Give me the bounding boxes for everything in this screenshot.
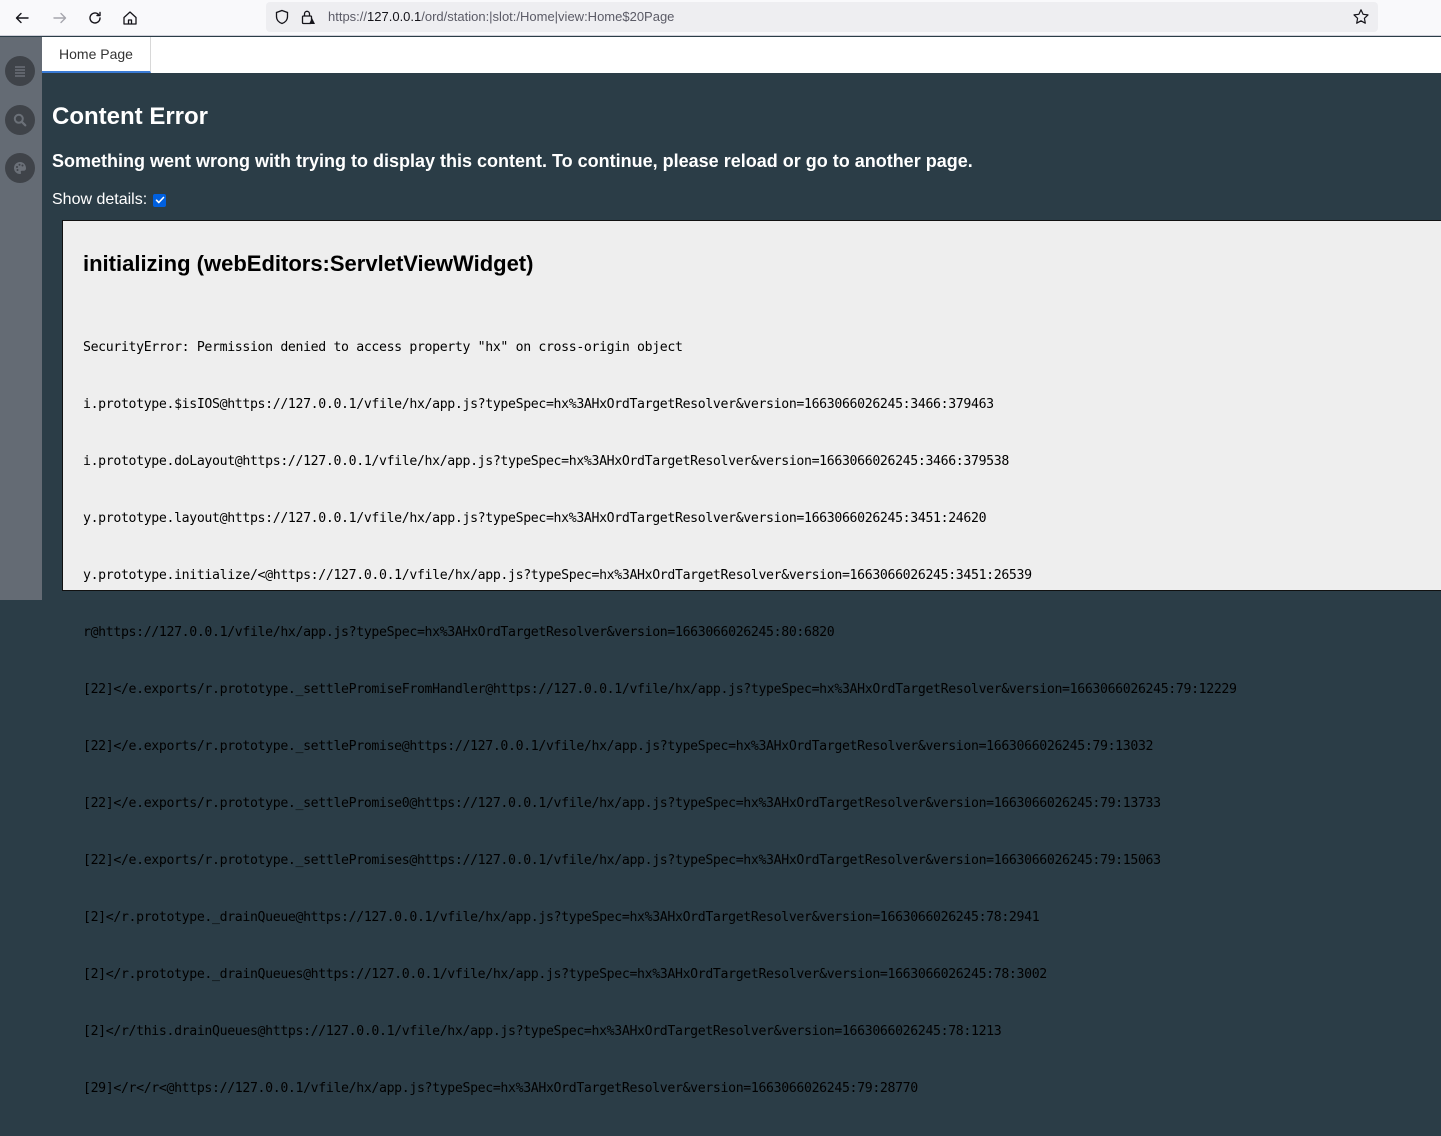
rail-themes-button[interactable] — [5, 153, 35, 183]
content-area: Content Error Something went wrong with … — [42, 73, 1441, 1096]
stack-line: [22]</e.exports/r.prototype._settlePromi… — [83, 796, 1161, 811]
error-details-panel: initializing (webEditors:ServletViewWidg… — [62, 220, 1441, 1096]
stack-line: [22]</e.exports/r.prototype._settlePromi… — [83, 739, 1154, 754]
details-heading: initializing (webEditors:ServletViewWidg… — [83, 251, 534, 276]
error-title: Content Error — [52, 103, 208, 130]
forward-arrow-icon — [53, 12, 67, 24]
search-icon — [13, 113, 27, 127]
stack-line: SecurityError: Permission denied to acce… — [83, 340, 683, 355]
browser-toolbar: https://127.0.0.1/ord/station:|slot:/Hom… — [0, 0, 1441, 36]
reload-icon — [89, 11, 101, 24]
url-text[interactable]: https://127.0.0.1/ord/station:|slot:/Hom… — [328, 9, 674, 24]
rail-menu-button[interactable] — [5, 56, 35, 86]
show-details-row: Show details: — [52, 191, 167, 209]
reload-button[interactable] — [81, 4, 109, 32]
stack-line: [2]</r.prototype._drainQueue@https://127… — [83, 910, 1040, 925]
bookmark-star-icon[interactable] — [1352, 8, 1370, 26]
stack-line: i.prototype.doLayout@https://127.0.0.1/v… — [83, 454, 1009, 469]
home-icon — [123, 11, 137, 25]
tab-bar: Home Page — [42, 37, 1441, 73]
lock-warning-icon[interactable] — [300, 9, 316, 25]
shield-icon[interactable] — [274, 9, 290, 25]
palette-icon — [14, 162, 27, 174]
home-button[interactable] — [116, 4, 144, 32]
stack-line: [29]</r</r<@https://127.0.0.1/vfile/hx/a… — [83, 1081, 918, 1096]
menu-icon — [15, 66, 25, 77]
side-rail — [0, 37, 42, 600]
stack-line: i.prototype.$isIOS@https://127.0.0.1/vfi… — [83, 397, 994, 412]
forward-button[interactable] — [46, 4, 74, 32]
stack-trace: SecurityError: Permission denied to acce… — [83, 300, 1237, 1136]
stack-line: [22]</e.exports/r.prototype._settlePromi… — [83, 853, 1161, 868]
stack-line: [22]</e.exports/r.prototype._settlePromi… — [83, 682, 1237, 697]
stack-line: r@https://127.0.0.1/vfile/hx/app.js?type… — [83, 625, 835, 640]
checkmark-icon — [155, 196, 164, 204]
error-message: Something went wrong with trying to disp… — [52, 151, 973, 171]
stack-line: y.prototype.initialize/<@https://127.0.0… — [83, 568, 1032, 583]
rail-search-button[interactable] — [5, 105, 35, 135]
back-arrow-icon — [15, 12, 29, 24]
stack-line: [2]</r.prototype._drainQueues@https://12… — [83, 967, 1047, 982]
tab-home-page[interactable]: Home Page — [42, 37, 151, 73]
stack-line: y.prototype.layout@https://127.0.0.1/vfi… — [83, 511, 987, 526]
show-details-label: Show details: — [52, 191, 148, 208]
back-button[interactable] — [8, 4, 36, 32]
address-bar[interactable]: https://127.0.0.1/ord/station:|slot:/Hom… — [266, 2, 1378, 32]
show-details-checkbox[interactable] — [153, 193, 167, 207]
stack-line: [2]</r/this.drainQueues@https://127.0.0.… — [83, 1024, 1002, 1039]
